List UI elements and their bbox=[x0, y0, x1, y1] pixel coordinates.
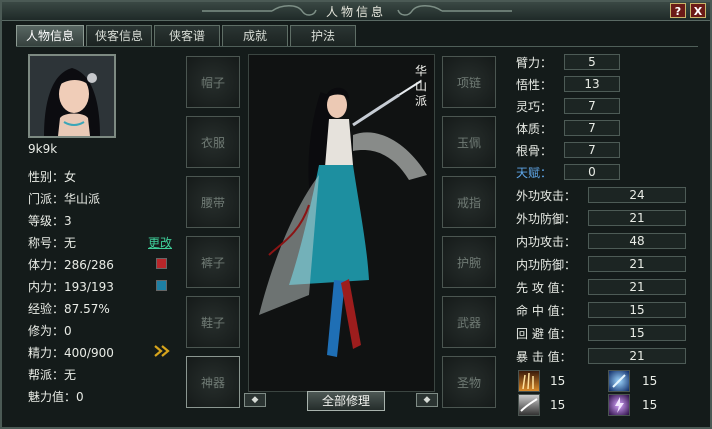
outer-defense-value: 21 bbox=[588, 210, 686, 226]
charm-text: 魅力值：0 bbox=[28, 390, 84, 404]
bone-label: 根骨： bbox=[516, 144, 553, 158]
energy-text: 精力：400/900 bbox=[28, 346, 114, 360]
constitution-label: 体质： bbox=[516, 122, 553, 136]
comprehension-label: 悟性： bbox=[516, 78, 553, 92]
necklace-slot[interactable]: 项链 bbox=[442, 56, 496, 108]
guild-text: 帮派：无 bbox=[28, 368, 77, 382]
inner-attack-value: 48 bbox=[588, 233, 686, 249]
cultivation-text: 修为：0 bbox=[28, 324, 72, 338]
agility-label: 灵巧： bbox=[516, 100, 553, 114]
hat-slot-label: 帽子 bbox=[200, 76, 225, 90]
jade-pendant-slot-label: 玉佩 bbox=[456, 136, 481, 150]
tab-character-info[interactable]: 人物信息 bbox=[16, 25, 84, 47]
faction-text: 门派：华山派 bbox=[28, 192, 101, 206]
fire-resistance-icon[interactable] bbox=[518, 370, 540, 392]
outer-attack-value: 24 bbox=[588, 187, 686, 203]
rotate-left-button[interactable]: ◆ bbox=[244, 393, 266, 407]
shoes-slot[interactable]: 鞋子 bbox=[186, 296, 240, 348]
ring-slot[interactable]: 戒指 bbox=[442, 176, 496, 228]
critical-value: 21 bbox=[588, 348, 686, 364]
pants-slot-label: 裤子 bbox=[200, 256, 225, 270]
outer-defense-label: 外功防御： bbox=[516, 212, 577, 226]
tab-companion-info[interactable]: 侠客信息 bbox=[86, 25, 152, 47]
agility-value: 7 bbox=[564, 98, 620, 114]
bone-value: 7 bbox=[564, 142, 620, 158]
wind-resistance-icon[interactable] bbox=[518, 394, 540, 416]
accuracy-value: 15 bbox=[588, 302, 686, 318]
necklace-slot-label: 项链 bbox=[456, 76, 481, 90]
tab-companion-roster[interactable]: 侠客谱 bbox=[154, 25, 220, 47]
repair-all-button[interactable]: 全部修理 bbox=[307, 391, 385, 411]
bracer-slot[interactable]: 护腕 bbox=[442, 236, 496, 288]
avatar bbox=[28, 54, 116, 138]
window-title: 人物信息 bbox=[325, 5, 386, 19]
artifact-slot-label: 神器 bbox=[200, 376, 225, 390]
inner-defense-value: 21 bbox=[588, 256, 686, 272]
weapon-slot[interactable]: 武器 bbox=[442, 296, 496, 348]
weapon-slot-label: 武器 bbox=[456, 316, 481, 330]
artifact-slot[interactable]: 神器 bbox=[186, 356, 240, 408]
clothes-slot[interactable]: 衣服 bbox=[186, 116, 240, 168]
bracer-slot-label: 护腕 bbox=[456, 256, 481, 270]
inner-defense-label: 内功防御： bbox=[516, 258, 577, 272]
strength-label: 臂力： bbox=[516, 56, 553, 70]
hp-color-swatch[interactable] bbox=[156, 258, 167, 269]
initiative-value: 21 bbox=[588, 279, 686, 295]
constitution-value: 7 bbox=[564, 120, 620, 136]
title-text: 称号：无 bbox=[28, 236, 77, 250]
lightning-resistance-value: 15 bbox=[642, 398, 658, 412]
lightning-resistance-icon[interactable] bbox=[608, 394, 630, 416]
wind-resistance-value: 15 bbox=[550, 398, 566, 412]
talent-value: 0 bbox=[564, 164, 620, 180]
pants-slot[interactable]: 裤子 bbox=[186, 236, 240, 288]
faction-vertical-label: 华山派 bbox=[414, 64, 427, 108]
evasion-label: 回 避 值： bbox=[516, 327, 572, 341]
shoes-slot-label: 鞋子 bbox=[200, 316, 225, 330]
talent-label[interactable]: 天赋： bbox=[516, 164, 552, 181]
change-title-link[interactable]: 更改 bbox=[148, 234, 172, 251]
character-name: 9k9k bbox=[28, 142, 58, 156]
ice-resistance-value: 15 bbox=[642, 374, 658, 388]
outer-attack-label: 外功攻击： bbox=[516, 189, 577, 203]
help-button[interactable]: ? bbox=[670, 3, 686, 18]
inner-attack-label: 内功攻击： bbox=[516, 235, 577, 249]
belt-slot-label: 腰带 bbox=[200, 196, 225, 210]
ice-resistance-icon[interactable] bbox=[608, 370, 630, 392]
hat-slot[interactable]: 帽子 bbox=[186, 56, 240, 108]
jade-pendant-slot[interactable]: 玉佩 bbox=[442, 116, 496, 168]
relic-slot-label: 圣物 bbox=[456, 376, 481, 390]
title-bar[interactable]: 人物信息 ? X bbox=[2, 2, 710, 21]
close-button[interactable]: X bbox=[690, 3, 706, 18]
strength-value: 5 bbox=[564, 54, 620, 70]
mp-color-swatch[interactable] bbox=[156, 280, 167, 291]
clothes-slot-label: 衣服 bbox=[200, 136, 225, 150]
exp-text: 经验：87.57% bbox=[28, 302, 110, 316]
tab-achievements[interactable]: 成就 bbox=[222, 25, 288, 47]
belt-slot[interactable]: 腰带 bbox=[186, 176, 240, 228]
initiative-label: 先 攻 值： bbox=[516, 281, 572, 295]
double-chevron-right-icon[interactable] bbox=[154, 345, 170, 357]
character-info-window: 人物信息 ? X 人物信息 侠客信息 侠客谱 成就 护法 9k9k 性别：女 门… bbox=[0, 0, 712, 429]
character-figure bbox=[249, 55, 434, 391]
rotate-right-button[interactable]: ◆ bbox=[416, 393, 438, 407]
accuracy-label: 命 中 值： bbox=[516, 304, 572, 318]
character-model-panel bbox=[248, 54, 435, 392]
fire-resistance-value: 15 bbox=[550, 374, 566, 388]
critical-label: 暴 击 值： bbox=[516, 350, 572, 364]
relic-slot[interactable]: 圣物 bbox=[442, 356, 496, 408]
ring-slot-label: 戒指 bbox=[456, 196, 481, 210]
hp-text: 体力：286/286 bbox=[28, 258, 114, 272]
tab-guardian[interactable]: 护法 bbox=[290, 25, 356, 47]
evasion-value: 15 bbox=[588, 325, 686, 341]
mp-text: 内力：193/193 bbox=[28, 280, 114, 294]
level-text: 等级：3 bbox=[28, 214, 72, 228]
gender-text: 性别：女 bbox=[28, 170, 77, 184]
comprehension-value: 13 bbox=[564, 76, 620, 92]
